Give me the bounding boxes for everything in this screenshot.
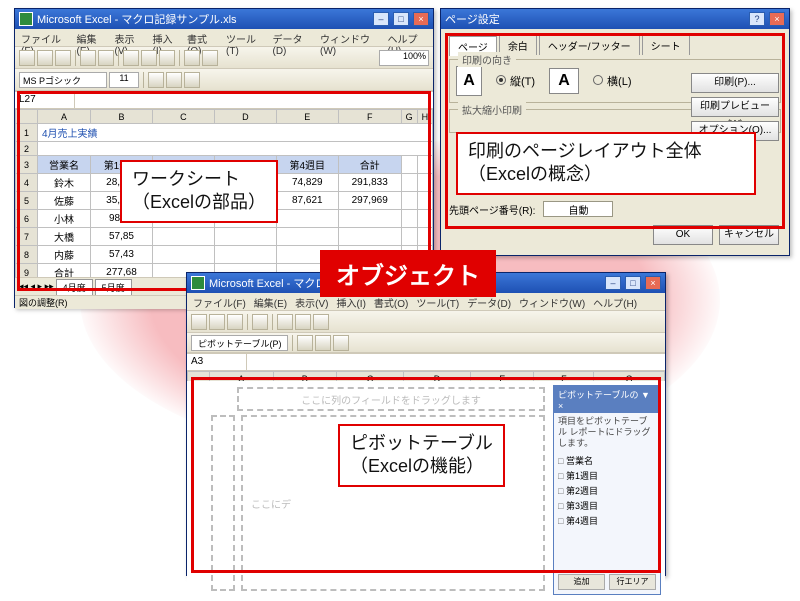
copy-icon[interactable] bbox=[141, 50, 157, 66]
close-button[interactable]: × bbox=[413, 12, 429, 26]
window-titlebar[interactable]: Microsoft Excel - マクロ記録サンプル.xls – □ × bbox=[15, 9, 433, 29]
print-icon[interactable] bbox=[252, 314, 268, 330]
callout-pivot: ピボットテーブル （Excelの機能） bbox=[338, 424, 505, 487]
pivot-icon[interactable] bbox=[315, 335, 331, 351]
italic-icon[interactable] bbox=[166, 72, 182, 88]
cut-icon[interactable] bbox=[277, 314, 293, 330]
preview-icon[interactable] bbox=[98, 50, 114, 66]
highlight-frame-dialog bbox=[445, 33, 785, 229]
new-icon[interactable] bbox=[191, 314, 207, 330]
center-badge-object: オブジェクト bbox=[320, 250, 496, 297]
menu-insert[interactable]: 挿入(I) bbox=[153, 31, 180, 44]
menu-view[interactable]: 表示(V) bbox=[115, 31, 145, 44]
zoom-box[interactable]: 100% bbox=[379, 50, 429, 66]
dialog-help-button[interactable]: ? bbox=[749, 12, 765, 26]
pivot-icon[interactable] bbox=[333, 335, 349, 351]
format-toolbar[interactable]: MS Pゴシック 11 bbox=[15, 69, 433, 91]
pivot-icon[interactable] bbox=[297, 335, 313, 351]
redo-icon[interactable] bbox=[202, 50, 218, 66]
app-icon bbox=[19, 12, 33, 26]
standard-toolbar-2[interactable] bbox=[187, 311, 665, 333]
fieldlist-add-button[interactable]: 追加 bbox=[558, 574, 605, 590]
underline-icon[interactable] bbox=[184, 72, 200, 88]
menu-data[interactable]: データ(D) bbox=[273, 31, 313, 44]
copy-icon[interactable] bbox=[295, 314, 311, 330]
menu-window[interactable]: ウィンドウ(W) bbox=[320, 31, 379, 44]
menu-help[interactable]: ヘルプ(H) bbox=[387, 31, 427, 44]
cut-icon[interactable] bbox=[123, 50, 139, 66]
callout-worksheet: ワークシート （Excelの部品） bbox=[120, 160, 278, 223]
callout-page-layout: 印刷のページレイアウト全体 （Excelの概念） bbox=[456, 132, 756, 195]
pivot-toolbar[interactable]: ピボットテーブル(P) bbox=[187, 333, 665, 353]
bold-icon[interactable] bbox=[148, 72, 164, 88]
undo-icon[interactable] bbox=[184, 50, 200, 66]
open-icon[interactable] bbox=[37, 50, 53, 66]
close-button[interactable]: × bbox=[645, 276, 661, 290]
app-icon bbox=[191, 276, 205, 290]
dialog-close-button[interactable]: × bbox=[769, 12, 785, 26]
paste-icon[interactable] bbox=[313, 314, 329, 330]
save-icon[interactable] bbox=[55, 50, 71, 66]
new-icon[interactable] bbox=[19, 50, 35, 66]
maximize-button[interactable]: □ bbox=[625, 276, 641, 290]
menu-bar[interactable]: ファイル(F) 編集(E) 表示(V) 挿入(I) 書式(O) ツール(T) デ… bbox=[15, 29, 433, 47]
open-icon[interactable] bbox=[209, 314, 225, 330]
menu-edit[interactable]: 編集(E) bbox=[77, 31, 107, 44]
window-title: Microsoft Excel - マクロ記録サンプル.xls bbox=[37, 11, 237, 27]
font-name-box[interactable]: MS Pゴシック bbox=[19, 72, 107, 88]
paste-icon[interactable] bbox=[159, 50, 175, 66]
fieldlist-area-button[interactable]: 行エリア bbox=[609, 574, 656, 590]
formula-bar-2[interactable]: A3 bbox=[187, 353, 665, 371]
print-icon[interactable] bbox=[80, 50, 96, 66]
menu-format[interactable]: 書式(O) bbox=[187, 31, 218, 44]
dialog-title: ページ設定 bbox=[445, 11, 500, 27]
menu-tools[interactable]: ツール(T) bbox=[226, 31, 265, 44]
dialog-titlebar[interactable]: ページ設定 ? × bbox=[441, 9, 789, 29]
minimize-button[interactable]: – bbox=[373, 12, 389, 26]
font-size-box[interactable]: 11 bbox=[109, 72, 139, 88]
menu-file[interactable]: ファイル(F) bbox=[21, 31, 69, 44]
minimize-button[interactable]: – bbox=[605, 276, 621, 290]
name-box-2[interactable]: A3 bbox=[187, 354, 247, 370]
pivot-dropdown[interactable]: ピボットテーブル(P) bbox=[191, 335, 288, 351]
save-icon[interactable] bbox=[227, 314, 243, 330]
maximize-button[interactable]: □ bbox=[393, 12, 409, 26]
